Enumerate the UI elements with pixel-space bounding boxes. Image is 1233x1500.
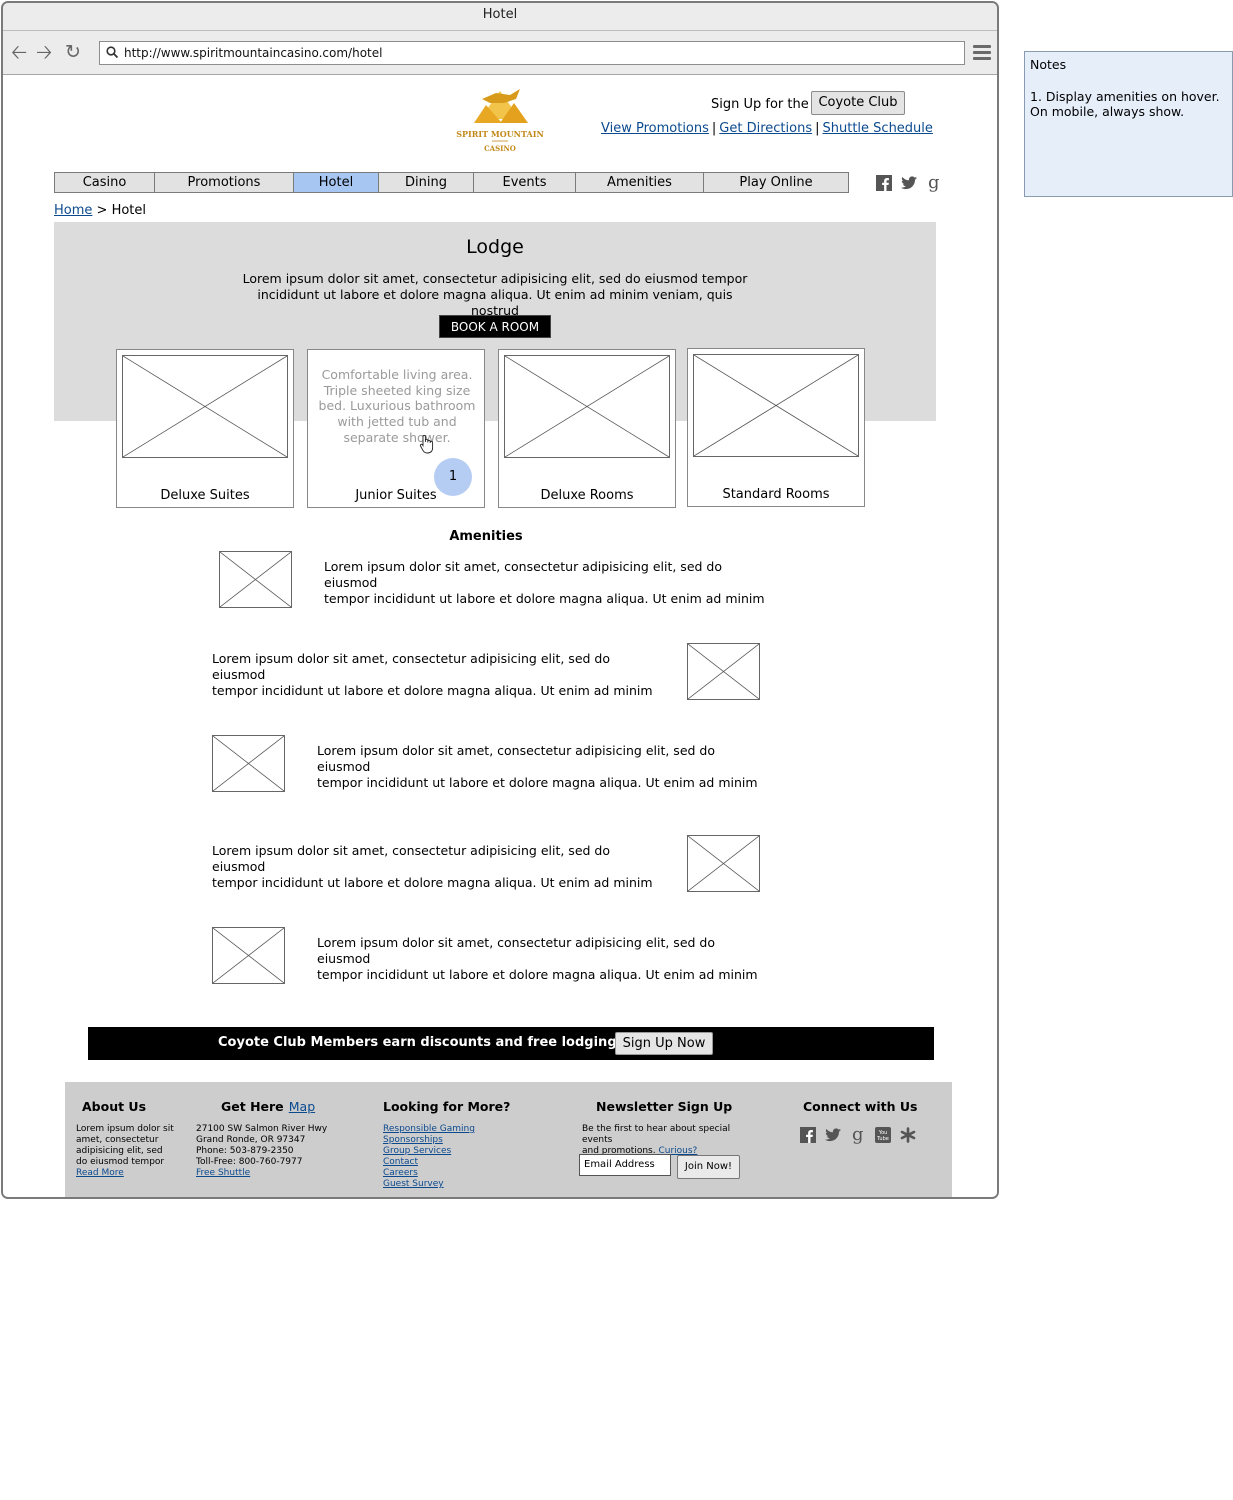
get-directions-link[interactable]: Get Directions — [719, 121, 812, 136]
amenities-heading: Amenities — [449, 529, 523, 544]
view-promotions-link[interactable]: View Promotions — [601, 121, 709, 136]
google-icon[interactable]: g — [849, 1126, 866, 1144]
reload-icon[interactable]: ↻ — [65, 42, 81, 62]
breadcrumb: Home > Hotel — [54, 203, 146, 218]
amenity-image-placeholder-icon — [212, 735, 285, 792]
notes-panel: Notes 1. Display amenities on hover. On … — [1024, 51, 1233, 197]
svg-text:SPIRIT MOUNTAIN: SPIRIT MOUNTAIN — [456, 129, 544, 139]
coyote-club-banner: Coyote Club Members earn discounts and f… — [88, 1027, 934, 1060]
breadcrumb-separator: > — [96, 203, 108, 218]
nav-amenities[interactable]: Amenities — [576, 173, 704, 192]
back-arrow-icon[interactable]: 🡠 — [11, 42, 27, 62]
breadcrumb-home[interactable]: Home — [54, 203, 92, 218]
main-nav: Casino Promotions Hotel Dining Events Am… — [54, 172, 849, 193]
nav-dining[interactable]: Dining — [379, 173, 474, 192]
room-label: Deluxe Rooms — [540, 488, 634, 503]
footer-connect-title: Connect with Us — [803, 1099, 918, 1114]
footer-about-text: Lorem ipsum dolor sit amet, consectetur ad… — [76, 1124, 176, 1179]
careers-link[interactable]: Careers — [383, 1168, 503, 1179]
room-card-deluxe-suites[interactable]: Deluxe Suites — [116, 349, 294, 508]
youtube-icon[interactable]: You Tube — [874, 1126, 891, 1143]
footer-newsletter-title: Newsletter Sign Up — [596, 1099, 733, 1114]
read-more-link[interactable]: Read More — [76, 1168, 176, 1179]
image-placeholder-icon — [693, 354, 859, 457]
contact-link[interactable]: Contact — [383, 1157, 503, 1168]
free-shuttle-link[interactable]: Free Shuttle — [196, 1168, 336, 1179]
annotation-badge: 1 — [434, 458, 472, 496]
footer-links: Responsible Gaming Sponsorships Group Se… — [383, 1124, 503, 1190]
responsible-gaming-link[interactable]: Responsible Gaming — [383, 1124, 503, 1135]
room-card-junior-suites[interactable]: Comfortable living area. Triple sheeted … — [307, 349, 485, 508]
room-label: Deluxe Suites — [160, 488, 250, 503]
url-text: http://www.spiritmountaincasino.com/hote… — [124, 46, 383, 60]
search-icon — [106, 46, 118, 58]
signup-prompt: Sign Up for the — [711, 97, 809, 112]
nav-events[interactable]: Events — [474, 173, 576, 192]
coyote-club-button[interactable]: Coyote Club — [811, 91, 905, 115]
book-room-button[interactable]: BOOK A ROOM — [439, 315, 551, 338]
amenity-image-placeholder-icon — [219, 551, 292, 608]
footer-get-here-title: Get Here Map — [221, 1099, 316, 1114]
facebook-icon[interactable] — [799, 1126, 816, 1143]
room-label: Standard Rooms — [722, 487, 830, 502]
notes-title: Notes — [1030, 57, 1067, 72]
footer-social: g You Tube — [799, 1126, 916, 1144]
newsletter-description: Be the first to hear about special event… — [582, 1124, 731, 1156]
room-hover-description: Comfortable living area. Triple sheeted … — [318, 367, 476, 445]
breadcrumb-current: Hotel — [111, 203, 147, 218]
twitter-icon[interactable] — [900, 174, 917, 191]
top-links: View Promotions | Get Directions | Shuttle S… — [601, 121, 933, 136]
amenity-description: Lorem ipsum dolor sit amet, consectetur … — [212, 651, 653, 698]
sign-up-now-button[interactable]: Sign Up Now — [615, 1032, 713, 1055]
header-social: g — [875, 174, 942, 192]
amenity-description: Lorem ipsum dolor sit amet, consectetur … — [317, 743, 758, 790]
group-services-link[interactable]: Group Services — [383, 1146, 503, 1157]
hand-cursor-icon — [419, 434, 434, 454]
nav-promotions[interactable]: Promotions — [155, 173, 294, 192]
room-card-standard-rooms[interactable]: Standard Rooms — [687, 348, 865, 507]
amenity-description: Lorem ipsum dolor sit amet, consectetur … — [212, 843, 653, 890]
page-title: Lodge — [466, 236, 524, 258]
google-icon[interactable]: g — [925, 174, 942, 192]
map-link[interactable]: Map — [289, 1099, 315, 1114]
image-placeholder-icon — [504, 355, 670, 458]
nav-casino[interactable]: Casino — [55, 173, 155, 192]
amenity-description: Lorem ipsum dolor sit amet, consectetur … — [317, 935, 758, 982]
amenity-image-placeholder-icon — [687, 835, 760, 892]
svg-text:Tube: Tube — [876, 1136, 889, 1142]
sponsorships-link[interactable]: Sponsorships — [383, 1135, 503, 1146]
footer-address: 27100 SW Salmon River Hwy Grand Ronde, OR… — [196, 1124, 336, 1179]
yelp-icon[interactable] — [899, 1126, 916, 1143]
nav-hotel[interactable]: Hotel — [294, 173, 379, 192]
email-input[interactable]: Email Address — [579, 1154, 671, 1176]
svg-text:g: g — [928, 174, 940, 192]
image-placeholder-icon — [122, 355, 288, 458]
join-now-button[interactable]: Join Now! — [677, 1155, 740, 1179]
guest-survey-link[interactable]: Guest Survey — [383, 1179, 503, 1190]
browser-toolbar: 🡠 🡢 ↻ http://www.spiritmountaincasino.co… — [3, 31, 997, 75]
amenity-description: Lorem ipsum dolor sit amet, consectetur … — [324, 559, 765, 606]
banner-text: Coyote Club Members earn discounts and f… — [218, 1035, 623, 1050]
window-title: Hotel — [3, 3, 997, 31]
notes-body: 1. Display amenities on hover. On mobile… — [1030, 88, 1220, 120]
footer-looking-title: Looking for More? — [383, 1099, 511, 1114]
twitter-icon[interactable] — [824, 1126, 841, 1143]
spirit-mountain-logo: SPIRIT MOUNTAIN CASINO — [456, 89, 544, 153]
room-card-deluxe-rooms[interactable]: Deluxe Rooms — [498, 349, 676, 508]
svg-text:CASINO: CASINO — [484, 144, 516, 153]
page-content: SPIRIT MOUNTAIN CASINO Sign Up for the C… — [3, 75, 997, 1197]
address-bar[interactable]: http://www.spiritmountaincasino.com/hote… — [99, 41, 965, 65]
shuttle-schedule-link[interactable]: Shuttle Schedule — [823, 121, 933, 136]
footer: About Us Lorem ipsum dolor sit amet, cons… — [65, 1082, 952, 1197]
forward-arrow-icon[interactable]: 🡢 — [36, 42, 52, 62]
svg-text:g: g — [852, 1126, 864, 1144]
hero-intro: Lorem ipsum dolor sit amet, consectetur … — [242, 271, 748, 318]
amenity-image-placeholder-icon — [687, 643, 760, 700]
hamburger-menu-icon[interactable] — [973, 45, 991, 61]
facebook-icon[interactable] — [875, 174, 892, 191]
amenity-image-placeholder-icon — [212, 927, 285, 984]
browser-window: Hotel 🡠 🡢 ↻ http://www.spiritmountaincas… — [1, 1, 999, 1199]
nav-play-online[interactable]: Play Online — [704, 173, 848, 192]
footer-about-title: About Us — [82, 1099, 147, 1114]
